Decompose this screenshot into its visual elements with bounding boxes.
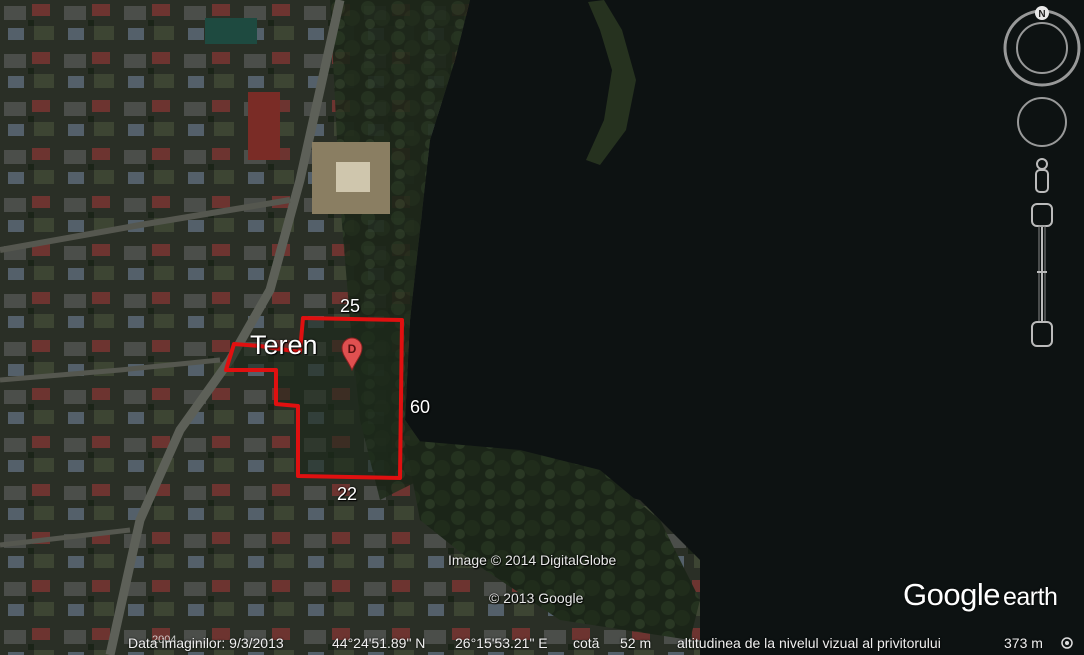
imagery-date: Data imaginilor: 9/3/2013 [128,635,284,651]
compass-north-letter: N [1038,9,1045,20]
google-credit: © 2013 Google [489,590,584,606]
street-view-pegman-icon[interactable] [1035,158,1049,193]
google-earth-logo: Google earth [903,577,1058,613]
logo-brand: Google [903,577,1000,612]
navigation-controls: N [1000,0,1084,360]
zoom-slider-icon[interactable] [1031,203,1053,347]
dimension-bottom-label: 22 [337,484,358,504]
dimension-right-label: 60 [410,397,431,417]
logo-product: earth [1002,583,1058,611]
placemark-pin-icon[interactable]: D [341,337,363,372]
look-joystick-icon[interactable] [1017,97,1067,147]
compass-ring-icon[interactable]: N [1003,6,1081,87]
eye-altitude-readout: 373 m [1004,635,1043,651]
elevation-readout: 52 m [620,635,652,651]
status-indicator-icon [1061,637,1073,649]
eye-altitude-label: altitudinea de la nivelul vizual al priv… [677,635,941,651]
dimension-top-label: 25 [340,296,361,316]
status-bar: Data imaginilor: 9/3/2013 44°24'51.89" N… [0,631,1084,655]
latitude-readout: 44°24'51.89" N [332,635,426,651]
elevation-label: cotă [573,635,600,651]
satellite-map-view[interactable]: 25 60 22 Teren D Image © 2014 DigitalGlo… [0,0,1084,655]
imagery-credit: Image © 2014 DigitalGlobe [448,552,617,568]
longitude-readout: 26°15'53.21" E [455,635,548,651]
placemark-letter: D [348,342,357,356]
placemark-label[interactable]: Teren [250,330,318,361]
